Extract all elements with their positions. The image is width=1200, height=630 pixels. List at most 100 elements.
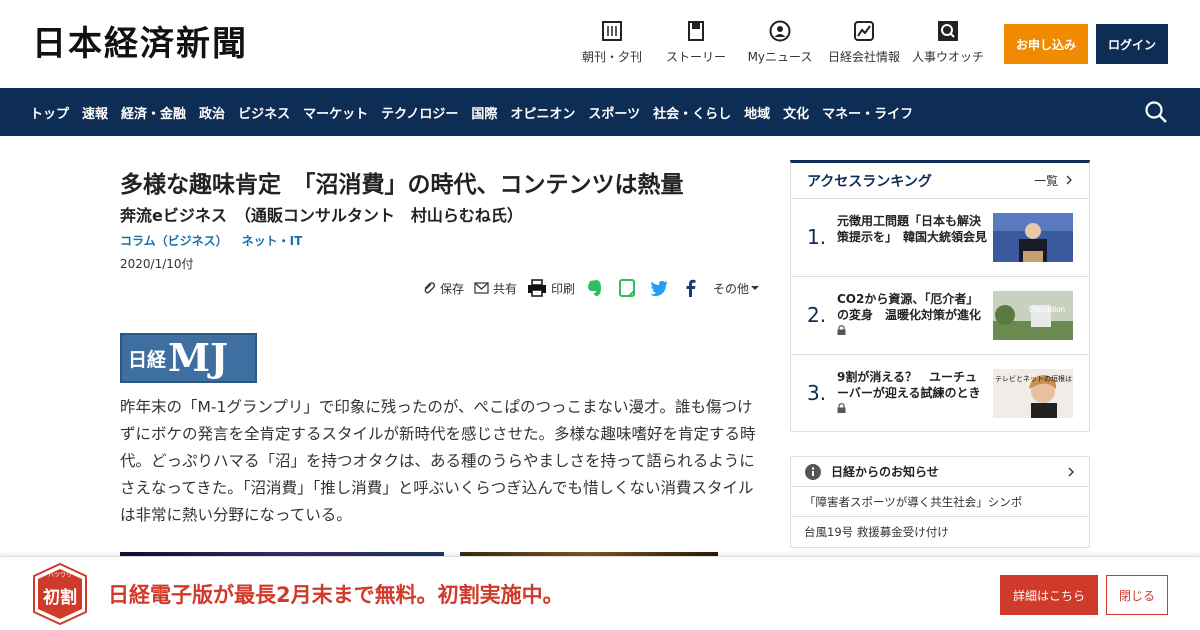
- caret-down-icon: [751, 286, 760, 290]
- mail-icon: [474, 282, 489, 294]
- article-toolbar: 保存 共有 印刷 その他: [422, 277, 773, 299]
- mj-logo-mj: MJ: [168, 335, 229, 380]
- nav-item[interactable]: スポーツ: [588, 103, 640, 122]
- thumbnail-caption: Disruption: [1029, 305, 1065, 314]
- save-label: 保存: [440, 281, 465, 296]
- site-logo[interactable]: 日本経済新聞: [32, 24, 248, 64]
- login-button[interactable]: ログイン: [1096, 24, 1168, 64]
- ranking-number: 2.: [807, 303, 827, 327]
- promo-banner: ハツワリ 初割 日経電子版が最長2月末まで無料。初割実施中。 詳細はこちら 閉じ…: [0, 556, 1200, 630]
- header-nav-mynews[interactable]: Myニュース: [735, 20, 825, 65]
- nav-search-icon[interactable]: [1144, 100, 1168, 124]
- main-nav-list: トップ 速報 経済・金融 政治 ビジネス マーケット テクノロジー 国際 オピニ…: [30, 88, 926, 136]
- paperclip-icon: [424, 282, 436, 294]
- chevron-right-icon: [1068, 467, 1074, 477]
- notice-item[interactable]: 「障害者スポーツが導く共生社会」シンポ: [791, 487, 1089, 517]
- ranking-text-main: 9割が消える？ ユーチューバーが迎える試練のとき: [837, 370, 981, 400]
- header-nav-label: ストーリー: [665, 50, 726, 64]
- badge-text: 初割: [43, 587, 77, 608]
- main-nav: トップ 速報 経済・金融 政治 ビジネス マーケット テクノロジー 国際 オピニ…: [0, 88, 1200, 136]
- nav-item[interactable]: 速報: [82, 103, 108, 122]
- note-icon[interactable]: [617, 278, 637, 298]
- print-label: 印刷: [551, 281, 576, 296]
- nav-item[interactable]: 文化: [783, 103, 809, 122]
- notices-title: 日経からのお知らせ: [831, 465, 939, 479]
- ranking-text: 元徴用工問題「日本も解決策提示を」 韓国大統領会見: [837, 214, 988, 244]
- ranking-text: CO2から資源、「厄介者」の変身 温暖化対策が進化: [837, 291, 987, 339]
- lock-icon: [837, 325, 846, 335]
- site-header: 日本経済新聞 朝刊・夕刊 ストーリー Myニュース 日経会社情報 人事ウオッチ …: [0, 0, 1200, 88]
- ranking-item[interactable]: 1. 元徴用工問題「日本も解決策提示を」 韓国大統領会見: [791, 199, 1089, 277]
- ranking-more-label: 一覧: [1034, 174, 1059, 188]
- header-nav-company[interactable]: 日経会社情報: [819, 20, 909, 65]
- promo-close-button[interactable]: 閉じる: [1106, 575, 1168, 615]
- nav-item[interactable]: トップ: [30, 103, 69, 122]
- ranking-item[interactable]: 3. 9割が消える？ ユーチューバーが迎える試練のとき テレビとネットの垣根はな…: [791, 355, 1089, 433]
- nav-item[interactable]: オピニオン: [510, 103, 575, 122]
- ranking-thumbnail: テレビとネットの垣根はない: [993, 369, 1073, 418]
- article-title: 多様な趣味肯定 「沼消費」の時代、コンテンツは熱量: [120, 172, 684, 198]
- more-label: その他: [713, 281, 750, 296]
- nav-item[interactable]: 地域: [744, 103, 770, 122]
- twitter-icon[interactable]: [649, 278, 669, 298]
- ranking-title: アクセスランキング: [807, 173, 932, 190]
- promo-text: 日経電子版が最長2月末まで無料。初割実施中。: [108, 583, 564, 607]
- printer-icon: [528, 279, 547, 297]
- subscribe-button[interactable]: お申し込み: [1004, 24, 1088, 64]
- nav-item[interactable]: 政治: [199, 103, 225, 122]
- lock-icon: [837, 403, 846, 413]
- nikkei-notices: 日経からのお知らせ 「障害者スポーツが導く共生社会」シンポ 台風19号 救援募金…: [790, 456, 1090, 548]
- thumbnail-caption: テレビとネットの垣根はない: [995, 374, 1073, 383]
- ranking-number: 3.: [807, 381, 827, 405]
- print-button[interactable]: 印刷: [527, 279, 575, 297]
- notice-item[interactable]: 台風19号 救援募金受け付け: [791, 517, 1089, 547]
- header-nav-paper[interactable]: 朝刊・夕刊: [567, 20, 657, 65]
- header-nav-jinji[interactable]: 人事ウオッチ: [903, 20, 993, 65]
- article-tag[interactable]: コラム（ビジネス）: [120, 232, 228, 249]
- header-nav-label: Myニュース: [747, 50, 813, 64]
- header-nav-label: 人事ウオッチ: [911, 50, 984, 64]
- article-date: 2020/1/10付: [120, 257, 194, 271]
- chevron-right-icon: [1066, 175, 1072, 185]
- ranking-thumbnail: [993, 213, 1073, 262]
- promo-detail-button[interactable]: 詳細はこちら: [1000, 575, 1098, 615]
- hatsuwari-badge-icon: ハツワリ 初割: [33, 563, 87, 625]
- ranking-text: 9割が消える？ ユーチューバーが迎える試練のとき: [837, 369, 987, 417]
- nav-item[interactable]: 社会・くらし: [653, 103, 731, 122]
- ranking-more-link[interactable]: 一覧: [1034, 172, 1073, 189]
- header-nav-label: 日経会社情報: [827, 50, 900, 64]
- facebook-icon[interactable]: [681, 278, 701, 298]
- nav-item[interactable]: 国際: [471, 103, 497, 122]
- ranking-item[interactable]: 2. CO2から資源、「厄介者」の変身 温暖化対策が進化 Disruption: [791, 277, 1089, 355]
- evernote-icon[interactable]: [585, 278, 605, 298]
- user-icon: [769, 20, 791, 42]
- access-ranking: アクセスランキング 一覧 1. 元徴用工問題「日本も解決策提示を」 韓国大統領会…: [790, 160, 1090, 432]
- article-body: 昨年末の「M-1グランプリ」で印象に残ったのが、ぺこぱのつっこまない漫才。誰も傷…: [120, 398, 756, 524]
- notices-header[interactable]: 日経からのお知らせ: [791, 457, 1089, 487]
- article-tags: コラム（ビジネス） ネット・IT: [120, 232, 316, 249]
- share-label: 共有: [493, 281, 518, 296]
- header-nav-label: 朝刊・夕刊: [581, 50, 642, 64]
- ranking-number: 1.: [807, 225, 827, 249]
- search-icon: [938, 21, 958, 41]
- more-button[interactable]: その他: [713, 280, 763, 297]
- nav-item[interactable]: テクノロジー: [381, 103, 458, 122]
- nikkei-mj-logo: 日経 MJ: [120, 333, 257, 383]
- mj-logo-nikkei: 日経: [128, 349, 167, 371]
- info-icon: [805, 463, 821, 480]
- header-nav-story[interactable]: ストーリー: [651, 20, 741, 65]
- nav-item[interactable]: ビジネス: [238, 103, 290, 122]
- nav-item[interactable]: 経済・金融: [121, 103, 186, 122]
- nav-item[interactable]: マーケット: [303, 103, 368, 122]
- nav-item[interactable]: マネー・ライフ: [822, 103, 913, 122]
- bookmark-icon: [688, 21, 704, 41]
- article-tag[interactable]: ネット・IT: [242, 232, 303, 249]
- badge-ruby: ハツワリ: [48, 572, 72, 579]
- ranking-text-main: CO2から資源、「厄介者」の変身 温暖化対策が進化: [837, 292, 982, 322]
- ranking-header: アクセスランキング 一覧: [791, 163, 1089, 199]
- chart-icon: [854, 21, 874, 41]
- newspaper-icon: [602, 21, 622, 41]
- share-button[interactable]: 共有: [474, 280, 517, 297]
- save-button[interactable]: 保存: [422, 280, 464, 297]
- article-subtitle: 奔流eビジネス （通販コンサルタント 村山らむね氏）: [120, 206, 523, 225]
